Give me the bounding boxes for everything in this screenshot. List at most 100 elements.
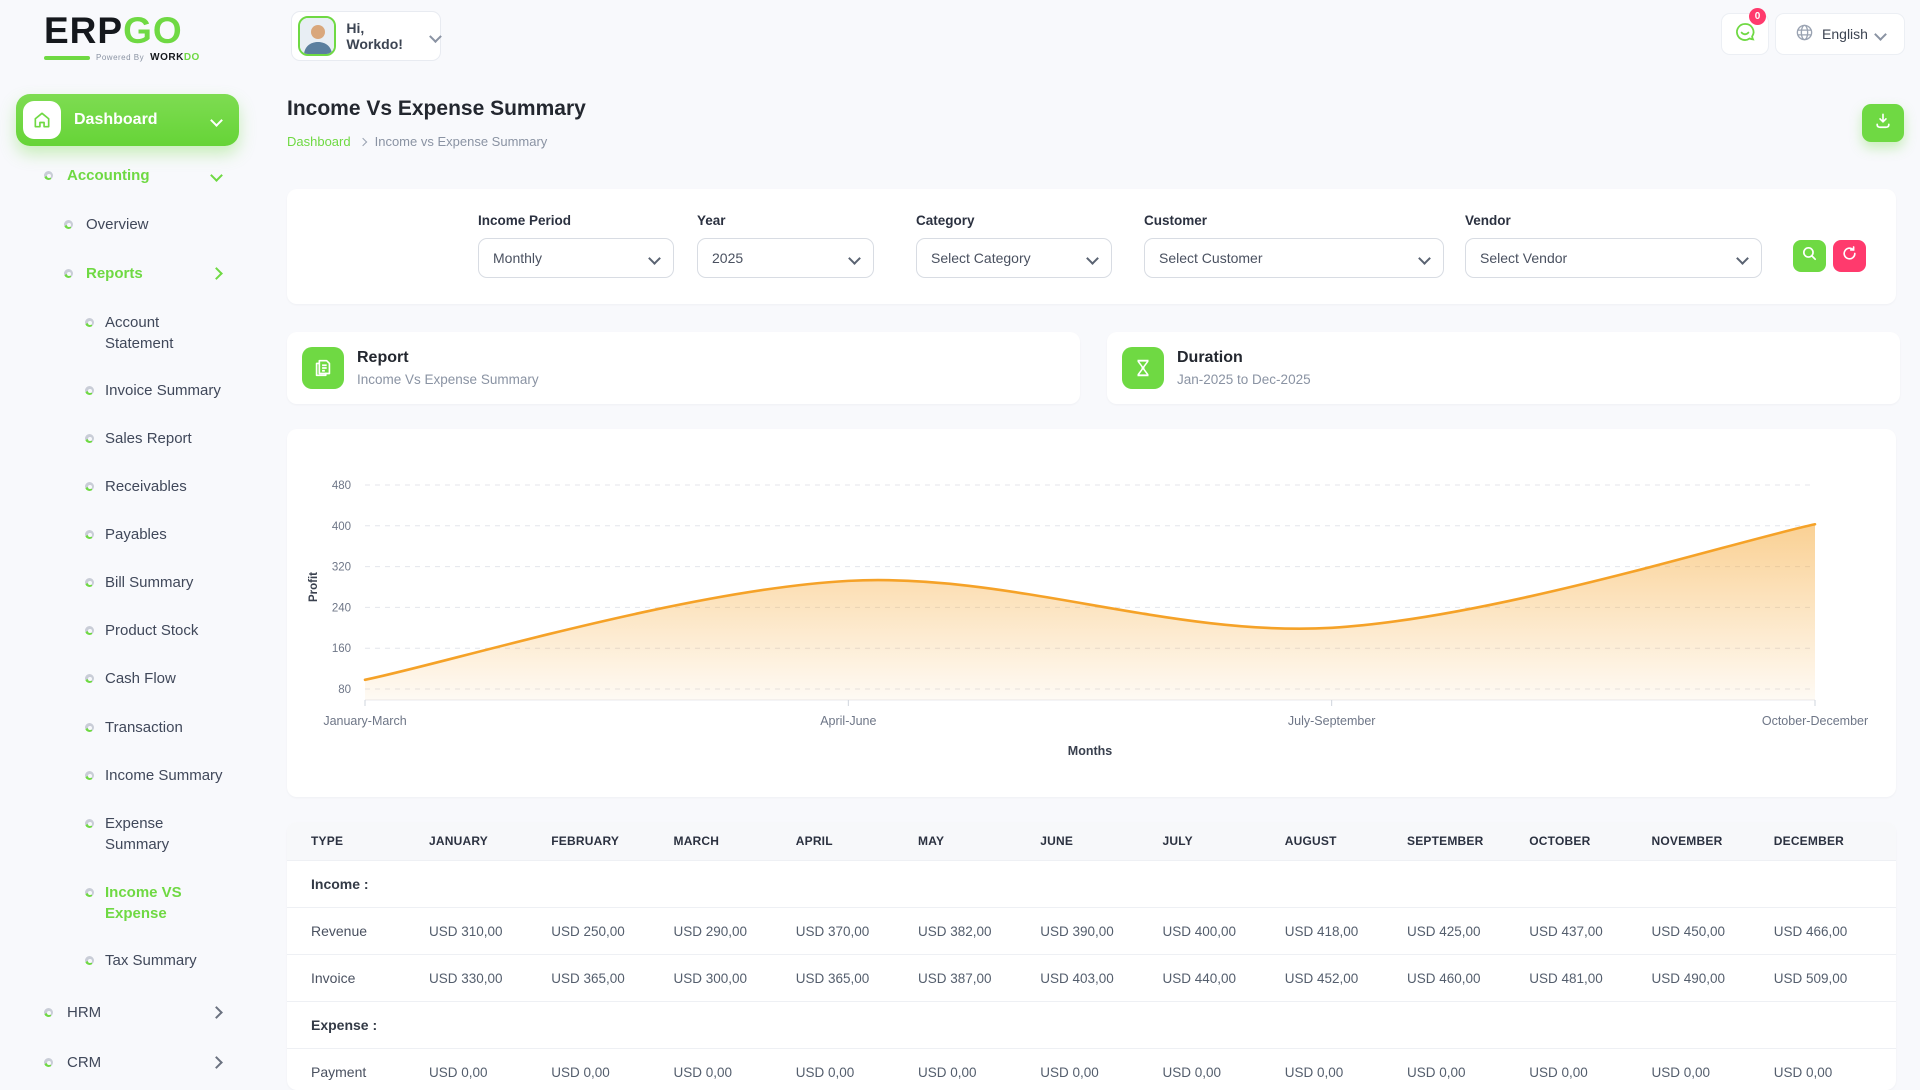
year-label: Year [697,213,874,228]
bullet-icon [85,723,94,732]
duration-card: Duration Jan-2025 to Dec-2025 [1107,332,1900,404]
chevron-down-icon [648,252,661,265]
table-row-revenue: Revenue USD 310,00USD 250,00 USD 290,00U… [287,908,1896,955]
vendor-select[interactable]: Select Vendor [1465,238,1762,278]
filter-category: Category Select Category [916,213,1112,278]
chevron-down-icon [1874,28,1887,41]
svg-text:480: 480 [332,480,351,492]
page-title: Income Vs Expense Summary [287,97,586,121]
filter-panel: Income Period Monthly Year 2025 Category… [287,189,1896,304]
bullet-icon [44,171,53,180]
year-select[interactable]: 2025 [697,238,874,278]
chevron-down-icon [210,114,223,127]
sidebar-item-label: Dashboard [74,111,212,129]
bullet-icon [85,386,94,395]
search-icon [1801,245,1818,267]
duration-title: Duration [1177,349,1311,367]
bullet-icon [85,482,94,491]
svg-text:240: 240 [332,602,351,614]
download-icon [1873,111,1893,136]
breadcrumb-dashboard-link[interactable]: Dashboard [287,134,351,149]
chevron-right-icon [210,1006,223,1019]
report-card: Report Income Vs Expense Summary [287,332,1080,404]
duration-subtitle: Jan-2025 to Dec-2025 [1177,372,1311,387]
customer-select[interactable]: Select Customer [1144,238,1444,278]
bullet-icon [85,318,94,327]
income-expense-table-card: TYPEJANUARYFEBRUARY MARCHAPRILMAY JUNEJU… [287,822,1896,1090]
bullet-icon [85,771,94,780]
filter-income-period: Income Period Monthly [478,213,674,278]
logo-underline [44,56,90,60]
bullet-icon [85,434,94,443]
svg-text:Profit: Profit [308,572,320,602]
app-logo[interactable]: ERPGO Powered By WORKDO [44,12,244,63]
report-subtitle: Income Vs Expense Summary [357,372,539,387]
chevron-right-icon [210,267,223,280]
user-menu[interactable]: Hi, Workdo! [291,11,441,61]
filter-customer: Customer Select Customer [1144,213,1444,278]
bullet-icon [85,626,94,635]
download-button[interactable] [1862,104,1904,142]
filter-year: Year 2025 [697,213,874,278]
bullet-icon [85,956,94,965]
logo-text: ERPGO [44,12,244,50]
bullet-icon [44,1008,53,1017]
svg-text:320: 320 [332,562,351,574]
breadcrumb: Dashboard Income vs Expense Summary [287,134,547,149]
vendor-label: Vendor [1465,213,1762,228]
refresh-icon [1841,245,1858,267]
reset-button[interactable] [1833,240,1866,272]
svg-text:January-March: January-March [323,714,406,728]
search-button[interactable] [1793,240,1826,272]
svg-text:Months: Months [1068,744,1112,758]
chevron-right-icon [210,1056,223,1069]
svg-text:400: 400 [332,521,351,533]
income-expense-table: TYPEJANUARYFEBRUARY MARCHAPRILMAY JUNEJU… [287,822,1896,1090]
avatar [298,16,336,56]
hourglass-icon [1122,347,1164,389]
chevron-down-icon [848,252,861,265]
bullet-icon [85,674,94,683]
profit-area-chart: 480 400 320 240 160 80 January-March April-June… [287,429,1896,797]
category-label: Category [916,213,1112,228]
filter-vendor: Vendor Select Vendor [1465,213,1762,278]
breadcrumb-separator-icon [358,137,366,145]
bullet-icon [64,269,73,278]
category-select[interactable]: Select Category [916,238,1112,278]
svg-text:160: 160 [332,643,351,655]
bullet-icon [85,578,94,587]
bullet-icon [85,530,94,539]
workdo-label: WORKDO [150,52,200,63]
table-row-invoice: Invoice USD 330,00USD 365,00 USD 300,00U… [287,955,1896,1002]
bullet-icon [44,1058,53,1067]
customer-label: Customer [1144,213,1444,228]
bullet-icon [64,220,73,229]
globe-icon [1795,23,1814,45]
notification-badge: 0 [1749,8,1766,25]
language-selector[interactable]: English [1775,13,1905,55]
table-header-row: TYPEJANUARYFEBRUARY MARCHAPRILMAY JUNEJU… [287,822,1896,861]
profit-chart-card: 480 400 320 240 160 80 January-March April-June… [287,429,1896,797]
income-period-select[interactable]: Monthly [478,238,674,278]
user-greeting: Hi, Workdo! [346,20,421,52]
chevron-down-icon [1086,252,1099,265]
svg-text:April-June: April-June [820,714,876,728]
breadcrumb-current: Income vs Expense Summary [375,134,548,149]
chevron-down-icon [1418,252,1431,265]
bullet-icon [85,819,94,828]
chevron-down-icon [429,30,442,43]
table-row-payment: Payment USD 0,00USD 0,00 USD 0,00USD 0,0… [287,1049,1896,1090]
chevron-down-icon [210,169,223,182]
section-row-expense: Expense : [287,1002,1896,1049]
bullet-icon [85,888,94,897]
report-title: Report [357,349,539,367]
svg-text:July-September: July-September [1288,714,1376,728]
income-period-label: Income Period [478,213,674,228]
svg-text:80: 80 [338,684,351,696]
svg-text:October-December: October-December [1762,714,1868,728]
sidebar-item-dashboard[interactable]: Dashboard [16,94,239,146]
language-label: English [1822,26,1868,42]
section-row-income: Income : [287,861,1896,908]
chevron-down-icon [1736,252,1749,265]
report-icon [302,347,344,389]
